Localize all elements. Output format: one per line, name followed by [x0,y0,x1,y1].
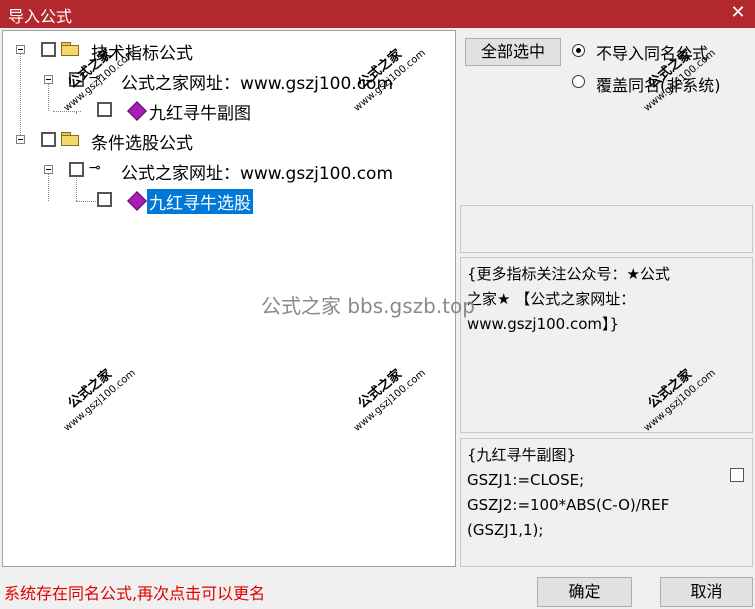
close-icon[interactable]: ✕ [727,2,749,24]
tree-node-label: 九红寻牛选股 [147,189,253,214]
tree-checkbox[interactable] [97,192,112,207]
folder-icon [61,42,79,56]
tree-node-formula[interactable]: 九红寻牛选股 [3,189,443,214]
ok-button[interactable]: 确定 [537,577,632,607]
folder-icon [61,132,79,146]
cancel-button[interactable]: 取消 [660,577,753,607]
tree-node-tech-indicators[interactable]: 技术指标公式 [3,39,443,64]
title-bar: 导入公式 ✕ [0,0,755,28]
code-line: GSZJ2:=100*ABS(C-O)/REF [467,496,670,514]
key-icon: ⊸ [89,160,101,176]
tree-node-label: 技术指标公式 [91,44,193,64]
collapse-icon[interactable] [44,75,53,84]
description-line: {更多指标关注公众号：★公式 [467,265,670,283]
radio-overwrite-same-name[interactable] [572,75,585,88]
description-line: www.gszj100.com】} [467,315,620,333]
code-line: (GSZJ1,1); [467,521,544,539]
tree-checkbox[interactable] [69,72,84,87]
collapse-icon[interactable] [16,45,25,54]
tree-checkbox[interactable] [41,132,56,147]
window-title: 导入公式 [8,7,73,26]
collapse-icon[interactable] [44,165,53,174]
tree-node-label: 条件选股公式 [91,134,193,154]
tree-line [20,51,21,141]
tree-node-website[interactable]: ⊸ 公式之家网址：www.gszj100.com [3,159,443,184]
tree-checkbox[interactable] [97,102,112,117]
code-panel[interactable]: {九红寻牛副图} GSZJ1:=CLOSE; GSZJ2:=100*ABS(C-… [460,438,753,567]
status-message: 系统存在同名公式,再次点击可以更名 [4,584,266,603]
code-line: {九红寻牛副图} [467,446,577,464]
tree-node-formula[interactable]: 九红寻牛副图 [3,99,443,124]
radio-label: 覆盖同名(非系统) [596,76,721,95]
formula-tree[interactable]: 技术指标公式 ⊸ 公式之家网址：www.gszj100.com 九红寻牛副图 条… [2,30,456,567]
select-all-button[interactable]: 全部选中 [465,38,561,66]
tree-checkbox[interactable] [41,42,56,57]
tree-node-label: 九红寻牛副图 [149,104,251,124]
tree-node-stock-screening[interactable]: 条件选股公式 [3,129,443,154]
code-panel-checkbox[interactable] [730,468,744,482]
tree-node-label: 公式之家网址：www.gszj100.com [121,74,394,94]
radio-label: 不导入同名公式 [596,44,709,63]
radio-skip-same-name[interactable] [572,44,585,57]
formula-icon [127,191,147,211]
tree-node-website[interactable]: ⊸ 公式之家网址：www.gszj100.com [3,69,443,94]
description-line: 之家★ 【公式之家网址： [467,290,636,308]
formula-icon [127,101,147,121]
description-panel: {更多指标关注公众号：★公式 之家★ 【公式之家网址： www.gszj100.… [460,257,753,433]
code-line: GSZJ1:=CLOSE; [467,471,585,489]
collapse-icon[interactable] [16,135,25,144]
tree-node-label: 公式之家网址：www.gszj100.com [121,164,394,184]
tree-checkbox[interactable] [69,162,84,177]
empty-panel [460,205,753,253]
key-icon: ⊸ [89,70,101,86]
